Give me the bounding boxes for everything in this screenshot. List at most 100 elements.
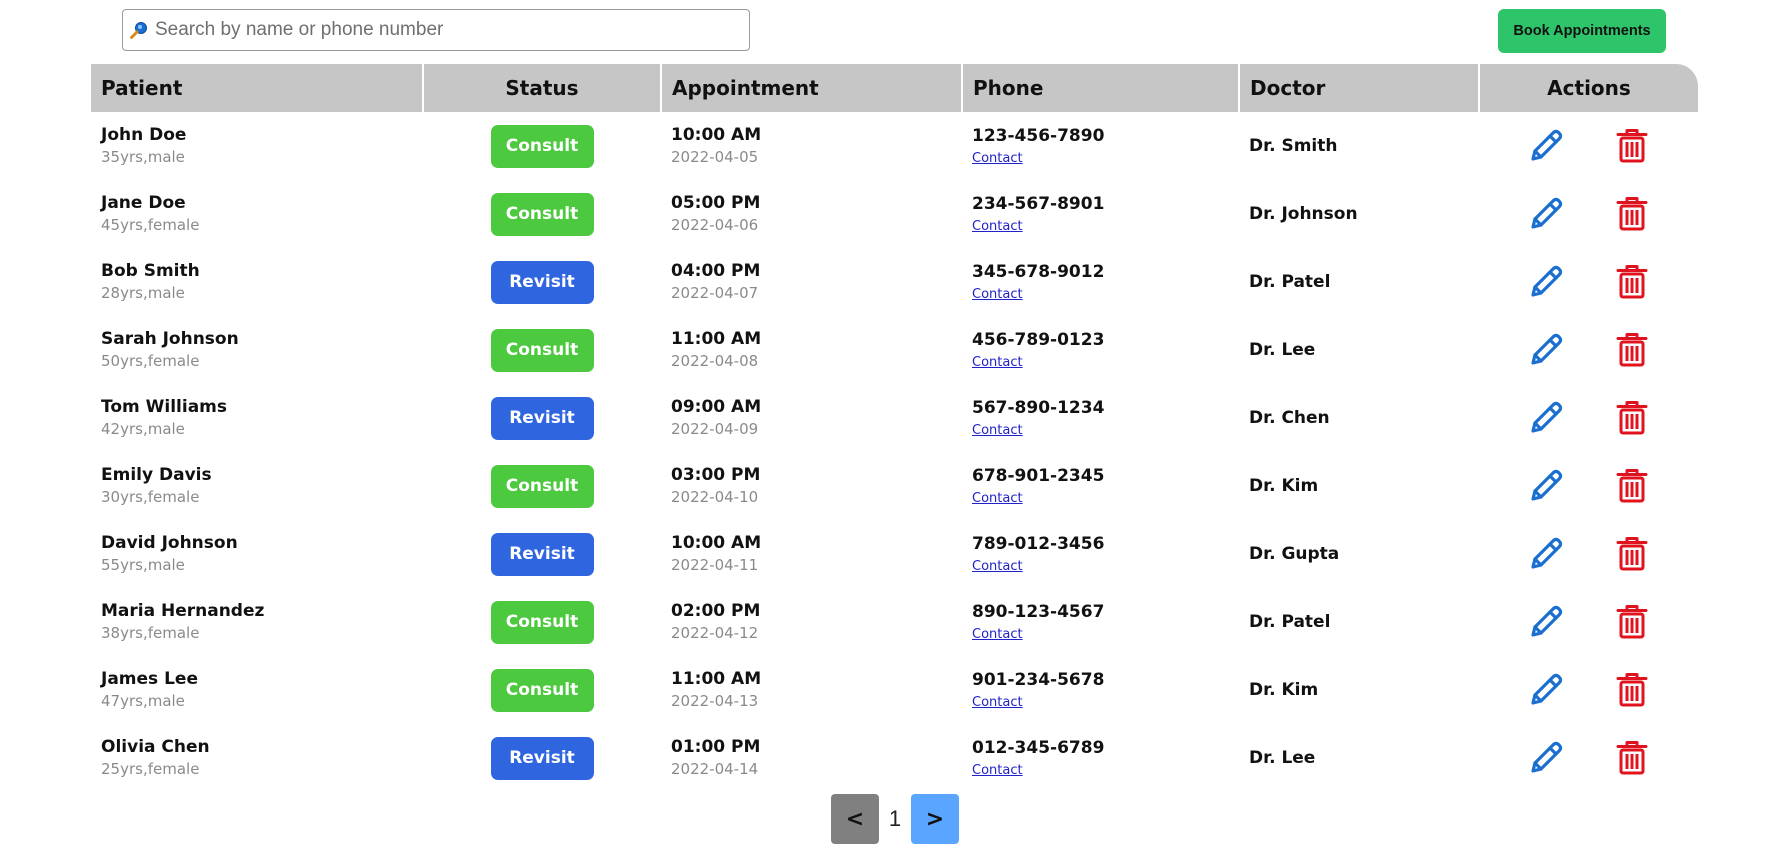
status-button[interactable]: Consult [490, 328, 594, 372]
status-button[interactable]: Revisit [490, 396, 594, 440]
status-button[interactable]: Consult [490, 192, 594, 236]
patient-age-gender: 45yrs,female [101, 216, 200, 234]
edit-button[interactable] [1526, 466, 1566, 506]
search-input[interactable] [155, 11, 749, 49]
delete-button[interactable] [1612, 602, 1652, 642]
phone-cell: 123-456-7890 Contact [962, 112, 1239, 180]
edit-button[interactable] [1526, 534, 1566, 574]
table-row: James Lee 47yrs,male Consult 11:00 AM 20… [91, 656, 1698, 724]
header-phone: Phone [962, 64, 1240, 112]
appointment-cell: 04:00 PM 2022-04-07 [661, 248, 962, 316]
contact-link[interactable]: Contact [972, 150, 1023, 168]
next-page-button[interactable]: > [911, 794, 959, 844]
delete-button[interactable] [1612, 194, 1652, 234]
delete-button[interactable] [1612, 466, 1652, 506]
trash-icon [1616, 197, 1647, 231]
delete-button[interactable] [1612, 126, 1652, 166]
pencil-icon [1530, 401, 1562, 433]
phone-cell: 678-901-2345 Contact [962, 452, 1239, 520]
status-cell: Consult [423, 112, 661, 180]
edit-button[interactable] [1526, 602, 1566, 642]
contact-link[interactable]: Contact [972, 762, 1023, 780]
status-button[interactable]: Consult [490, 600, 594, 644]
appointment-date: 2022-04-06 [671, 216, 759, 234]
edit-button[interactable] [1526, 738, 1566, 778]
patient-age-gender: 25yrs,female [101, 760, 200, 778]
patient-name: James Lee [101, 669, 198, 689]
delete-button[interactable] [1612, 670, 1652, 710]
appointment-date: 2022-04-10 [671, 488, 759, 506]
actions-cell [1479, 452, 1698, 520]
patient-cell: Jane Doe 45yrs,female [91, 180, 423, 248]
appointment-time: 09:00 AM [671, 397, 762, 417]
contact-link[interactable]: Contact [972, 626, 1023, 644]
edit-button[interactable] [1526, 330, 1566, 370]
contact-link[interactable]: Contact [972, 354, 1023, 372]
phone-number: 456-789-0123 [972, 329, 1105, 350]
appointment-cell: 05:00 PM 2022-04-06 [661, 180, 962, 248]
table-row: Tom Williams 42yrs,male Revisit 09:00 AM… [91, 384, 1698, 452]
doctor-name: Dr. Patel [1249, 612, 1331, 632]
delete-button[interactable] [1612, 262, 1652, 302]
phone-cell: 345-678-9012 Contact [962, 248, 1239, 316]
status-button[interactable]: Consult [490, 668, 594, 712]
contact-link[interactable]: Contact [972, 490, 1023, 508]
pencil-icon [1530, 265, 1562, 297]
doctor-name: Dr. Johnson [1249, 204, 1358, 224]
doctor-name: Dr. Patel [1249, 272, 1331, 292]
actions-cell [1479, 112, 1698, 180]
phone-number: 901-234-5678 [972, 669, 1105, 690]
header-actions: Actions [1479, 64, 1698, 112]
edit-button[interactable] [1526, 398, 1566, 438]
patient-name: David Johnson [101, 533, 238, 553]
edit-button[interactable] [1526, 194, 1566, 234]
status-button[interactable]: Consult [490, 124, 594, 168]
book-appointments-button[interactable]: Book Appointments [1498, 9, 1666, 53]
doctor-cell: Dr. Patel [1239, 248, 1479, 316]
status-button[interactable]: Revisit [490, 260, 594, 304]
phone-cell: 567-890-1234 Contact [962, 384, 1239, 452]
contact-link[interactable]: Contact [972, 218, 1023, 236]
edit-button[interactable] [1526, 126, 1566, 166]
status-button[interactable]: Consult [490, 464, 594, 508]
actions-cell [1479, 724, 1698, 792]
edit-button[interactable] [1526, 670, 1566, 710]
doctor-cell: Dr. Lee [1239, 316, 1479, 384]
phone-cell: 456-789-0123 Contact [962, 316, 1239, 384]
pencil-icon [1530, 333, 1562, 365]
appointment-cell: 09:00 AM 2022-04-09 [661, 384, 962, 452]
delete-button[interactable] [1612, 398, 1652, 438]
contact-link[interactable]: Contact [972, 422, 1023, 440]
patient-cell: Sarah Johnson 50yrs,female [91, 316, 423, 384]
phone-number: 123-456-7890 [972, 125, 1105, 146]
contact-link[interactable]: Contact [972, 558, 1023, 576]
appointment-cell: 10:00 AM 2022-04-11 [661, 520, 962, 588]
doctor-cell: Dr. Smith [1239, 112, 1479, 180]
status-button[interactable]: Revisit [490, 736, 594, 780]
contact-link[interactable]: Contact [972, 694, 1023, 712]
patient-name: Emily Davis [101, 465, 212, 485]
delete-button[interactable] [1612, 534, 1652, 574]
status-button[interactable]: Revisit [490, 532, 594, 576]
edit-button[interactable] [1526, 262, 1566, 302]
delete-button[interactable] [1612, 330, 1652, 370]
contact-link[interactable]: Contact [972, 286, 1023, 304]
search-box[interactable] [122, 9, 750, 51]
phone-number: 012-345-6789 [972, 737, 1105, 758]
patient-name: Jane Doe [101, 193, 186, 213]
appointment-time: 04:00 PM [671, 261, 761, 281]
patient-age-gender: 47yrs,male [101, 692, 185, 710]
pencil-icon [1530, 197, 1562, 229]
appointment-date: 2022-04-14 [671, 760, 759, 778]
phone-cell: 890-123-4567 Contact [962, 588, 1239, 656]
actions-cell [1479, 384, 1698, 452]
actions-cell [1479, 520, 1698, 588]
status-cell: Revisit [423, 248, 661, 316]
delete-button[interactable] [1612, 738, 1652, 778]
trash-icon [1616, 129, 1647, 163]
trash-icon [1616, 605, 1647, 639]
status-cell: Consult [423, 452, 661, 520]
appointment-date: 2022-04-12 [671, 624, 759, 642]
prev-page-button[interactable]: < [831, 794, 879, 844]
doctor-cell: Dr. Patel [1239, 588, 1479, 656]
